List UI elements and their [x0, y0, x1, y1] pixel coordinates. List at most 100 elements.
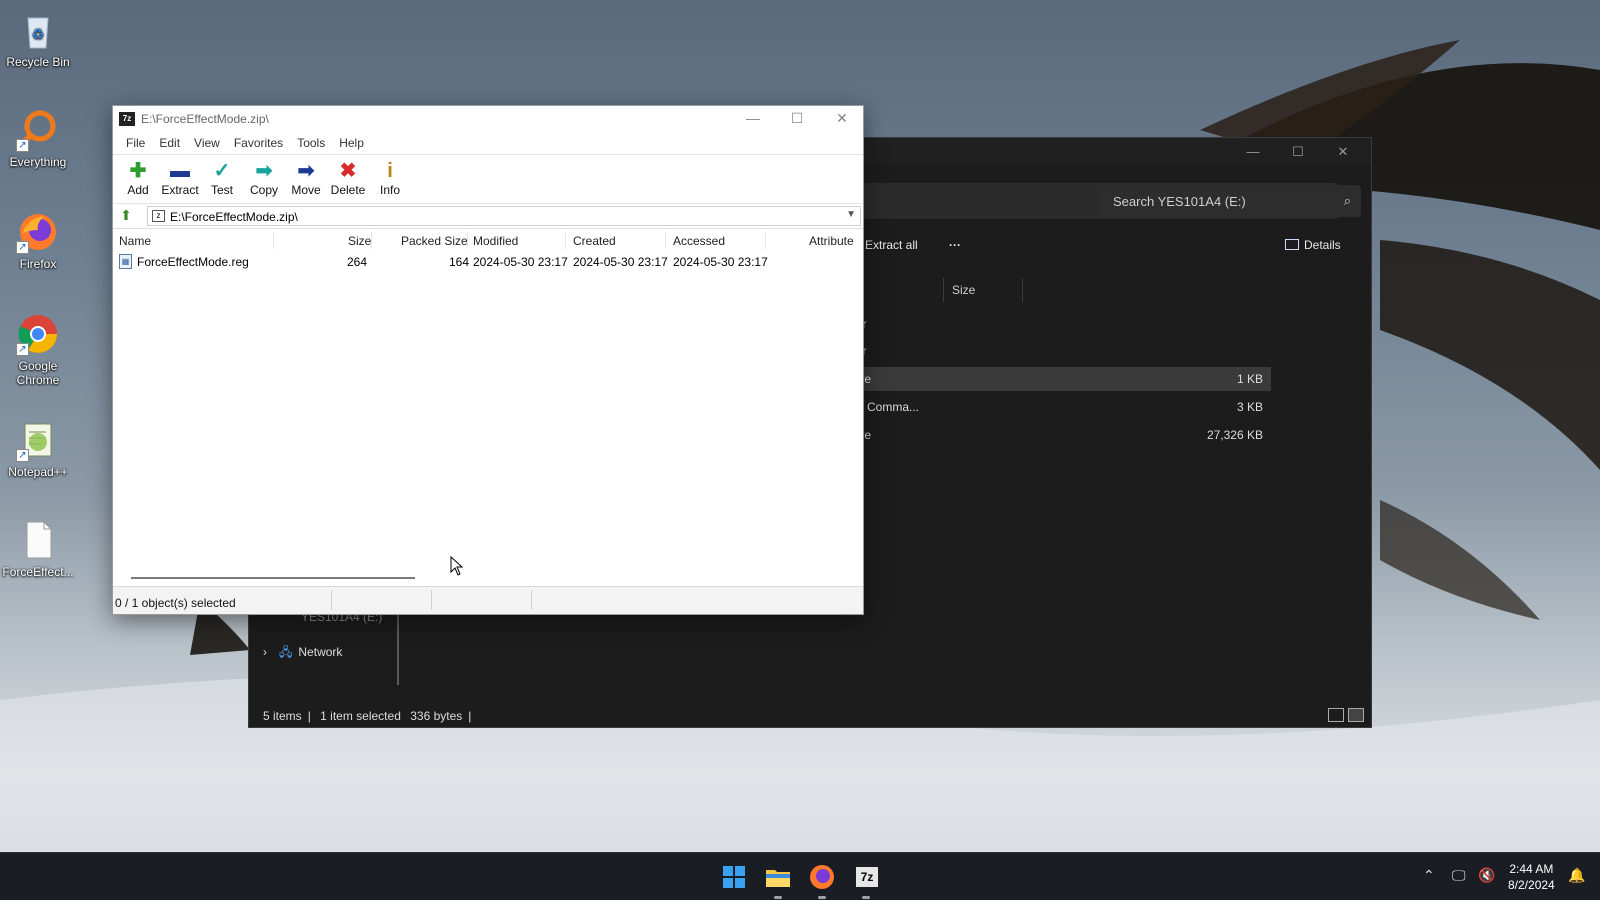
file-row[interactable]: ws Comma... 3 KB — [849, 395, 1271, 419]
file-row[interactable]: ▦ ForceEffectMode.reg 264 164 2024-05-30… — [113, 251, 863, 273]
nav-item-network[interactable]: › 🖧 Network — [263, 643, 342, 664]
taskbar-firefox[interactable] — [806, 861, 838, 899]
tiles-view-icon[interactable] — [1348, 708, 1364, 722]
path-input[interactable]: z E:\ForceEffectMode.zip\ ▼ — [147, 206, 861, 226]
file-row-selected[interactable]: hive1 KB — [849, 367, 1271, 391]
extract-all-button[interactable]: Extract all — [865, 238, 918, 252]
taskbar-sevenzip[interactable]: 7z — [850, 861, 882, 899]
more-options-button[interactable]: ··· — [949, 238, 961, 252]
minus-icon: ▬ — [170, 160, 190, 182]
file-row[interactable]: hive27,326 KB — [849, 423, 1271, 447]
maximize-icon[interactable]: ☐ — [785, 110, 809, 127]
search-placeholder: Search YES101A4 (E:) — [1113, 194, 1246, 209]
test-button[interactable]: ✓ Test — [201, 155, 243, 203]
scrollbar-thumb[interactable] — [131, 577, 415, 579]
maximize-icon[interactable]: ☐ — [1288, 144, 1308, 160]
info-icon: i — [387, 160, 393, 182]
move-button[interactable]: ➡ Move — [285, 155, 327, 203]
windows-logo-icon — [723, 866, 745, 888]
details-pane-button[interactable]: Details — [1285, 238, 1341, 252]
volume-icon[interactable]: 🔇 — [1478, 867, 1495, 884]
minimize-icon[interactable]: — — [741, 110, 765, 126]
sevenzip-titlebar[interactable]: 7z E:\ForceEffectMode.zip\ — ☐ ✕ — [113, 106, 863, 132]
column-header-size[interactable]: Size — [348, 234, 371, 248]
file-row[interactable]: der — [849, 339, 1271, 363]
status-selected: 1 item selected — [320, 709, 401, 723]
desktop-icon-firefox[interactable]: ↗ Firefox — [2, 210, 74, 271]
info-button[interactable]: i Info — [369, 155, 411, 203]
column-header-accessed[interactable]: Accessed — [673, 234, 725, 248]
file-size: 3 KB — [1236, 400, 1263, 414]
menu-bar: File Edit View Favorites Tools Help — [113, 132, 863, 154]
start-button[interactable] — [718, 861, 750, 893]
column-header-attributes[interactable]: Attribute — [809, 234, 854, 248]
horizontal-scrollbar[interactable] — [113, 572, 863, 584]
registry-file-icon: ▦ — [119, 254, 132, 269]
chevron-right-icon[interactable]: › — [263, 645, 267, 659]
explorer-search-input[interactable]: Search YES101A4 (E:) ⌕ — [1099, 185, 1361, 217]
notification-bell-icon[interactable]: 🔔 — [1568, 867, 1585, 884]
folder-up-icon[interactable]: ⬆ — [117, 207, 135, 225]
running-indicator — [774, 896, 782, 899]
file-size: 264 — [347, 255, 368, 269]
desktop-icon-forceeffect-file[interactable]: ForceEffect... — [2, 518, 74, 579]
column-divider[interactable] — [565, 231, 566, 249]
details-view-icon[interactable] — [1328, 708, 1344, 722]
menu-favorites[interactable]: Favorites — [227, 136, 290, 150]
copy-arrow-icon: ➡ — [255, 160, 273, 182]
system-clock[interactable]: 2:44 AM 8/2/2024 — [1508, 861, 1555, 893]
file-created: 2024-05-30 23:17 — [573, 255, 668, 269]
taskbar-file-explorer[interactable] — [762, 861, 794, 899]
column-header-name[interactable]: Name — [119, 234, 151, 248]
sevenzip-window[interactable]: 7z E:\ForceEffectMode.zip\ — ☐ ✕ File Ed… — [112, 105, 864, 615]
delete-label: Delete — [330, 183, 366, 197]
column-divider[interactable] — [765, 231, 766, 249]
desktop-icon-recycle-bin[interactable]: ♻ Recycle Bin — [2, 8, 74, 69]
column-header-size[interactable]: Size — [943, 278, 1023, 302]
details-pane-icon — [1285, 239, 1299, 250]
desktop-icon-label: ForceEffect... — [2, 565, 74, 579]
status-divider — [531, 590, 532, 610]
minimize-icon[interactable]: — — [1243, 144, 1263, 159]
network-status-icon[interactable]: 🖵 — [1452, 867, 1466, 884]
column-divider[interactable] — [665, 231, 666, 249]
column-divider[interactable] — [371, 231, 372, 249]
file-row[interactable]: der — [849, 312, 1271, 336]
file-modified: 2024-05-30 23:17 — [473, 255, 568, 269]
status-divider: | — [307, 709, 311, 723]
file-size: 1 KB — [1236, 372, 1263, 386]
extract-label: Extract — [161, 183, 199, 197]
close-icon[interactable]: ✕ — [830, 110, 854, 127]
shortcut-arrow-icon: ↗ — [16, 343, 29, 356]
desktop-icon-everything[interactable]: ↗ Everything — [2, 108, 74, 169]
nav-pane-divider[interactable] — [397, 603, 399, 685]
plus-icon: ✚ — [129, 160, 147, 182]
close-icon[interactable]: ✕ — [1333, 144, 1353, 160]
shortcut-arrow-icon: ↗ — [16, 241, 29, 254]
sevenzip-app-icon: 7z — [119, 112, 135, 126]
menu-file[interactable]: File — [119, 136, 152, 150]
column-divider[interactable] — [273, 231, 274, 249]
file-accessed: 2024-05-30 23:17 — [673, 255, 768, 269]
copy-button[interactable]: ➡ Copy — [243, 155, 285, 203]
column-header-modified[interactable]: Modified — [473, 234, 518, 248]
show-hidden-icons-chevron-up-icon[interactable]: ⌃ — [1423, 867, 1435, 884]
status-divider — [431, 590, 432, 610]
menu-edit[interactable]: Edit — [152, 136, 187, 150]
extract-button[interactable]: ▬ Extract — [159, 155, 201, 203]
desktop-icon-notepad-plus-plus[interactable]: ↗ Notepad++ — [2, 418, 74, 479]
search-icon[interactable]: ⌕ — [1344, 193, 1351, 209]
menu-help[interactable]: Help — [332, 136, 371, 150]
add-button[interactable]: ✚ Add — [117, 155, 159, 203]
menu-view[interactable]: View — [187, 136, 227, 150]
menu-tools[interactable]: Tools — [290, 136, 332, 150]
desktop-icon-google-chrome[interactable]: ↗ Google Chrome — [2, 312, 74, 387]
column-header-created[interactable]: Created — [573, 234, 616, 248]
status-bytes: 336 bytes — [410, 709, 463, 723]
column-header-packed-size[interactable]: Packed Size — [401, 234, 468, 248]
status-divider: | — [468, 709, 472, 723]
delete-button[interactable]: ✖ Delete — [327, 155, 369, 203]
column-divider[interactable] — [467, 231, 468, 249]
chevron-down-icon[interactable]: ▼ — [846, 209, 856, 220]
path-text: E:\ForceEffectMode.zip\ — [170, 210, 298, 224]
